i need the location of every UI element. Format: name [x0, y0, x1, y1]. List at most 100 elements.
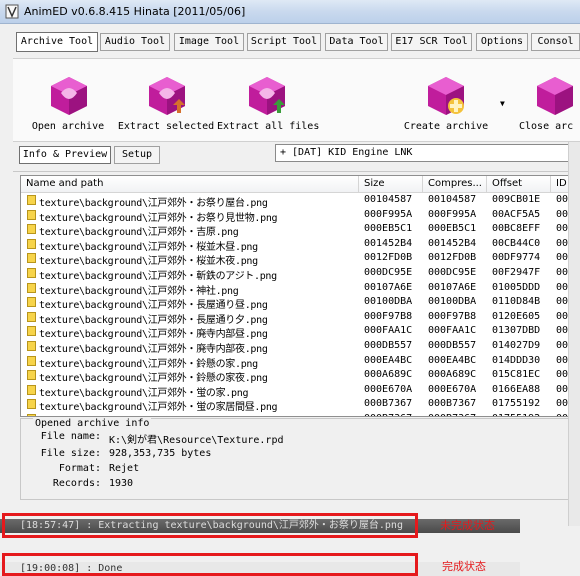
sub-tab-bar: Info & Preview Setup + [DAT] KID Engine … [13, 142, 580, 172]
create-archive-label: Create archive [403, 121, 489, 132]
compressed-size-cell: 000DC95E [428, 267, 477, 278]
format-label: Format: [58, 463, 101, 474]
compressed-size-cell: 000B7367 [428, 413, 488, 416]
table-row[interactable]: texture\background\江戸郊外・鈴懸の家.png 000EA4BC… [21, 354, 579, 370]
close-archive-button[interactable]: Close arc [513, 59, 580, 141]
offset-cell: 00CB44C0 [492, 237, 541, 249]
tab-info-preview[interactable]: Info & Preview [19, 146, 111, 164]
size-cell: 001452B4 [364, 237, 413, 249]
offset-cell: 00DF9774 [492, 252, 541, 264]
offset-cell: 0120E605 [492, 310, 541, 322]
file-icon [27, 341, 36, 351]
file-icon [27, 399, 36, 410]
compressed-size-cell: 000B7367 [428, 398, 477, 410]
incomplete-highlight-box [2, 513, 418, 538]
file-size-label: File size: [40, 448, 101, 459]
incomplete-annotation: 未完成状态 [440, 519, 495, 532]
archive-file-list[interactable]: Name and path Size Compres... Offset ID … [20, 175, 580, 417]
file-icon [27, 326, 36, 337]
table-row[interactable]: texture\background\江戸郊外・桜並木夜.png 0012FD0B… [21, 251, 579, 267]
offset-cell: 014027D9 [492, 340, 541, 351]
complete-annotation: 完成状态 [442, 560, 486, 573]
app-icon [5, 4, 19, 19]
compressed-size-cell: 000EA4BC [428, 354, 477, 366]
file-icon [27, 384, 36, 395]
file-size-value: 928,353,735 bytes [109, 448, 212, 459]
open-archive-label: Open archive [31, 121, 105, 132]
offset-cell: 0110D84B [492, 296, 541, 308]
table-row[interactable]: texture\background\江戸郊外・お祭り屋台.png 0010458… [21, 193, 579, 209]
file-name-label: File name: [40, 431, 101, 442]
column-offset[interactable]: Offset [487, 176, 551, 193]
table-row[interactable]: texture\background\江戸郊外・蛍の家居間昼.png 000B73… [21, 397, 579, 413]
file-icon [27, 224, 36, 235]
archive-format-select[interactable]: + [DAT] KID Engine LNK [275, 144, 580, 162]
table-row[interactable]: texture\background\江戸郊外・神社.png 00107A6E 00… [21, 281, 579, 297]
records-value: 1930 [109, 478, 134, 489]
file-icon [27, 195, 36, 205]
tab-e17-scr-tool[interactable]: E17 SCR Tool [391, 33, 472, 51]
column-name-and-path[interactable]: Name and path [21, 176, 359, 193]
compressed-size-cell: 000E670A [428, 383, 477, 395]
open-archive-button[interactable]: Open archive [23, 59, 113, 141]
table-row[interactable]: texture\background\江戸郊外・蛍の家居間夜.png 000B73… [21, 412, 579, 416]
archive-toolbar: Open archive Extract selected Extract al… [13, 58, 580, 142]
offset-cell: 014DDD30 [492, 354, 541, 366]
compressed-size-cell: 000DB557 [428, 340, 477, 351]
tab-archive-tool[interactable]: Archive Tool [16, 32, 98, 52]
file-icon [27, 253, 36, 264]
size-cell: 00100DBA [364, 296, 413, 308]
size-cell: 00104587 [364, 194, 413, 205]
file-icon [27, 355, 36, 366]
main-tab-bar: Archive Tool Audio Tool Image Tool Scrip… [0, 24, 580, 58]
tab-options[interactable]: Options [476, 33, 528, 51]
app-window: AnimED v0.6.8.415 Hinata [2011/05/06] Ar… [0, 0, 580, 576]
tab-image-tool[interactable]: Image Tool [174, 33, 244, 51]
column-size[interactable]: Size [359, 176, 423, 193]
offset-cell: 00ACF5A5 [492, 208, 541, 220]
create-archive-button[interactable]: Create archive [401, 59, 491, 141]
file-name-cell: texture\background\江戸郊外・蛍の家居間夜.png [39, 413, 357, 416]
tab-data-tool[interactable]: Data Tool [325, 33, 388, 51]
compressed-size-cell: 000F995A [428, 208, 477, 220]
title-bar: AnimED v0.6.8.415 Hinata [2011/05/06] [0, 0, 580, 24]
file-icon [27, 282, 36, 293]
size-cell: 0012FD0B [364, 252, 413, 264]
offset-cell: 01307DBD [492, 325, 541, 337]
create-archive-icon [428, 77, 464, 115]
table-row[interactable]: texture\background\江戸郊外・廃寺内部昼.png 000FAA1… [21, 324, 579, 340]
file-icon [27, 414, 36, 416]
extract-selected-button[interactable]: Extract selected [117, 59, 215, 141]
table-row[interactable]: texture\background\江戸郊外・桜並木昼.png 001452B4… [21, 237, 579, 253]
tab-script-tool[interactable]: Script Tool [247, 33, 321, 51]
compressed-size-cell: 000FAA1C [428, 325, 477, 337]
tab-audio-tool[interactable]: Audio Tool [100, 33, 170, 51]
offset-cell: 00BC8EFF [492, 223, 541, 235]
table-row[interactable]: texture\background\江戸郊外・鈴懸の家夜.png 000A689… [21, 368, 579, 384]
close-archive-label: Close arc [519, 121, 574, 132]
extract-all-label: Extract all files [217, 121, 320, 132]
size-cell: 000B7367 [364, 398, 413, 410]
create-archive-dropdown-arrow[interactable]: ▼ [500, 99, 505, 108]
size-cell: 000EB5C1 [364, 223, 413, 235]
column-compressed[interactable]: Compres... [423, 176, 487, 193]
tab-console[interactable]: Consol [531, 33, 580, 51]
table-row[interactable]: texture\background\江戸郊外・廃寺内部夜.png 000DB55… [21, 339, 579, 355]
compressed-size-cell: 00107A6E [428, 281, 477, 293]
complete-highlight-box [2, 553, 418, 576]
table-row[interactable]: texture\background\江戸郊外・お祭り見世物.png 000F99… [21, 208, 579, 224]
opened-archive-info: Opened archive info File name: K:\剣が君\Re… [20, 418, 580, 500]
tab-setup[interactable]: Setup [114, 146, 160, 164]
window-title: AnimED v0.6.8.415 Hinata [2011/05/06] [24, 5, 246, 18]
compressed-size-cell: 00104587 [428, 194, 477, 205]
compressed-size-cell: 001452B4 [428, 237, 477, 249]
extract-all-button[interactable]: Extract all files [217, 59, 320, 141]
size-cell: 000DB557 [364, 340, 413, 351]
table-row[interactable]: texture\background\江戸郊外・斬鉄のアジト.png 000DC9… [21, 266, 579, 282]
table-row[interactable]: texture\background\江戸郊外・長屋通り昼.png 00100DB… [21, 295, 579, 311]
compressed-size-cell: 000A689C [428, 369, 477, 381]
table-row[interactable]: texture\background\江戸郊外・蛍の家.png 000E670A 0… [21, 383, 579, 399]
table-row[interactable]: texture\background\江戸郊外・長屋通り夕.png 000F97B… [21, 310, 579, 326]
offset-cell: 01005DDD [492, 281, 541, 293]
table-row[interactable]: texture\background\江戸郊外・吉原.png 000EB5C1 00… [21, 222, 579, 238]
